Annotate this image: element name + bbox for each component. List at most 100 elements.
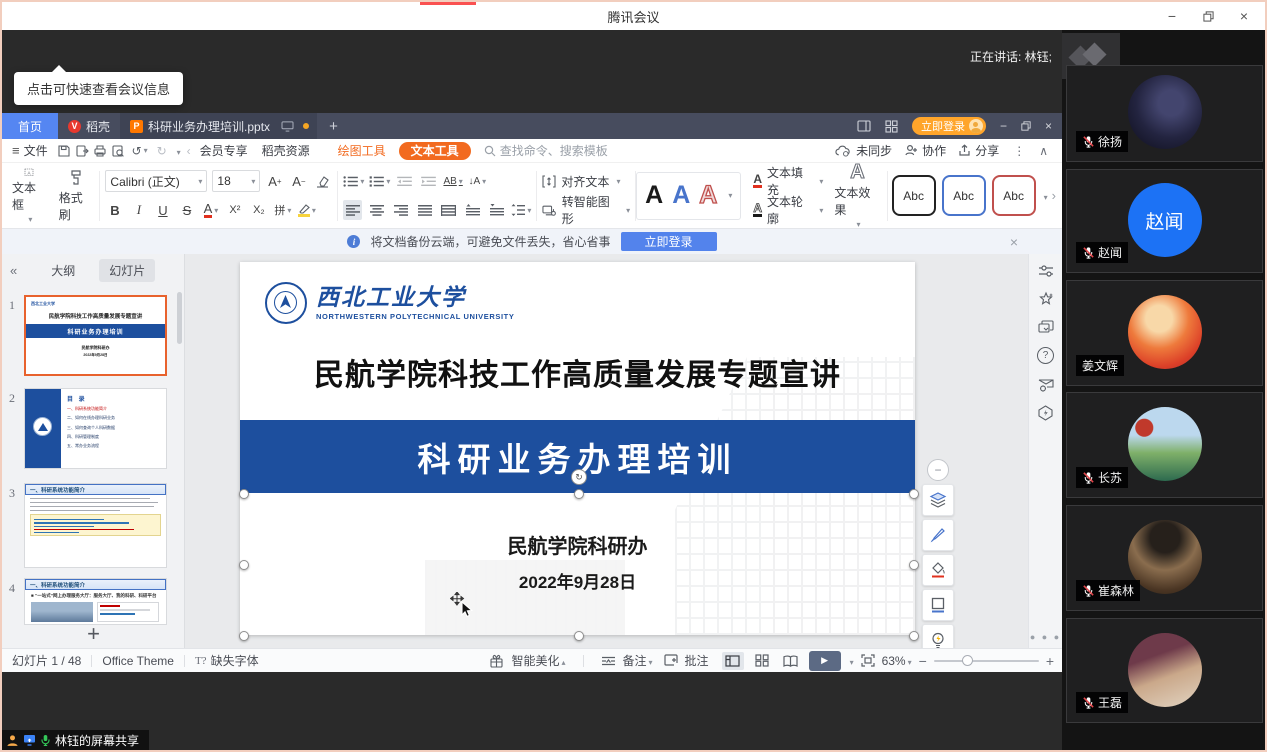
more-menu-icon[interactable]: ⋮ [1013, 144, 1025, 158]
collapse-panel-icon[interactable]: « [2, 263, 27, 278]
slide-thumbnail-4[interactable]: 一、科研系统功能简介 ■ “一站式”网上办理服务大厅：服务大厅、我的科研、科研平… [24, 578, 167, 625]
export-icon[interactable] [73, 142, 91, 160]
selection-handle-w[interactable] [239, 560, 249, 570]
slideshow-play-button[interactable]: ▶ [809, 651, 841, 671]
play-options-icon[interactable] [848, 654, 854, 668]
collaborate-label[interactable]: 协作 [922, 142, 946, 159]
shape-style-red[interactable]: Abc [992, 175, 1036, 216]
palette-collapse-button[interactable]: − [927, 459, 949, 481]
menu-vip[interactable]: 会员专享 [193, 139, 255, 162]
decrease-paragraph-space-button[interactable] [487, 200, 506, 220]
selection-handle-sw[interactable] [239, 631, 249, 641]
tab-grid-icon[interactable] [885, 120, 898, 133]
split-view-icon[interactable] [857, 120, 871, 132]
shape-fill-tool-button[interactable] [922, 554, 954, 586]
participant-tile[interactable]: 王磊 [1066, 618, 1263, 723]
selection-handle-se[interactable] [909, 631, 919, 641]
align-text-button[interactable]: 对齐文本 [542, 169, 630, 194]
slide-thumbnail-3[interactable]: 一、科研系统功能简介 [24, 483, 167, 568]
notes-label[interactable]: 备注 [623, 652, 653, 669]
tab-outline[interactable]: 大纲 [41, 259, 85, 282]
menu-docer-resources[interactable]: 稻壳资源 [255, 139, 317, 162]
text-fill-button[interactable]: A 文本填充 [753, 169, 823, 194]
increase-paragraph-space-button[interactable] [463, 200, 482, 220]
participant-tile[interactable]: 崔森林 [1066, 505, 1263, 611]
object-properties-icon[interactable] [1038, 264, 1054, 278]
text-direction-button[interactable]: AB [443, 171, 462, 191]
print-preview-icon[interactable] [109, 142, 127, 160]
participant-tile[interactable]: 长苏 [1066, 392, 1263, 498]
slide-editor[interactable]: 西北工业大学 NORTHWESTERN POLYTECHNICAL UNIVER… [240, 262, 915, 635]
clear-format-icon[interactable] [313, 171, 332, 191]
wps-login-button[interactable]: 立即登录 [912, 117, 986, 135]
bold-button[interactable]: B [105, 200, 124, 220]
selection-handle-n[interactable] [574, 489, 584, 499]
insert-textbox-button[interactable]: A 文本框 [6, 168, 53, 224]
redo-icon[interactable]: ↻ [153, 142, 171, 160]
selection-handle-ne[interactable] [909, 489, 919, 499]
help-icon[interactable]: ? [1037, 347, 1054, 364]
collapse-left-icon[interactable]: ‹ [187, 144, 191, 158]
wordart-style-blue[interactable]: A [672, 181, 690, 210]
slide-date-textbox[interactable]: 2022年9月28日 [240, 568, 915, 593]
panel-scrollbar[interactable] [177, 292, 182, 344]
skill-settings-icon[interactable] [1038, 377, 1054, 392]
tab-document[interactable]: P 科研业务办理培训.pptx [120, 113, 317, 139]
subscript-button[interactable]: X₂ [249, 200, 268, 220]
slide-thumbnail-2[interactable]: 目 录 一、科研系统功能简介 二、如何在线办理科研业务 三、如何查询个人科研数据… [24, 388, 167, 469]
decrease-font-button[interactable]: A− [289, 171, 308, 191]
zoom-level[interactable]: 63% [882, 654, 912, 668]
zoom-slider[interactable] [934, 660, 1039, 662]
wps-minimize-button[interactable]: − [1000, 119, 1007, 133]
tab-docer[interactable]: V 稻壳 [58, 113, 120, 139]
participant-tile[interactable]: 徐扬 [1066, 65, 1263, 162]
normal-view-button[interactable] [722, 652, 744, 670]
share-label[interactable]: 分享 [975, 142, 999, 159]
selection-handle-s[interactable] [574, 631, 584, 641]
tab-home[interactable]: 首页 [2, 113, 58, 139]
save-icon[interactable] [55, 142, 73, 160]
slide-thumbnail-1[interactable]: 西北工业大学 民航学院科技工作高质量发展专题宣讲 科研业务办理培训 民航学院科研… [24, 295, 167, 376]
wordart-gallery[interactable]: A A A [636, 172, 741, 220]
selection-handle-nw[interactable] [239, 489, 249, 499]
university-logo[interactable]: 西北工业大学 NORTHWESTERN POLYTECHNICAL UNIVER… [265, 282, 514, 324]
sync-status-label[interactable]: 未同步 [856, 142, 892, 159]
font-color-button[interactable]: A [201, 200, 220, 220]
menu-draw-tools[interactable]: 绘图工具 [331, 139, 393, 162]
shape-style-blue[interactable]: Abc [942, 175, 986, 216]
reading-view-button[interactable] [780, 652, 802, 670]
italic-button[interactable]: I [129, 200, 148, 220]
command-search[interactable]: 查找命令、搜索模板 [477, 139, 615, 162]
print-icon[interactable] [91, 142, 109, 160]
file-menu[interactable]: ≡ 文件 [2, 139, 55, 162]
vertical-text-button[interactable]: ↓A [468, 171, 487, 191]
bullet-list-button[interactable] [343, 171, 364, 191]
underline-button[interactable]: U [153, 200, 172, 220]
phonetic-guide-button[interactable]: 拼 [273, 200, 292, 220]
menu-text-tools[interactable]: 文本工具 [399, 142, 471, 160]
wps-close-button[interactable]: × [1045, 119, 1052, 133]
animation-pane-icon[interactable] [1038, 291, 1054, 307]
quickbar-dropdown-icon[interactable] [175, 144, 181, 158]
distribute-button[interactable] [439, 200, 458, 220]
layers-tool-button[interactable] [922, 484, 954, 516]
ribbon-scroll-right-icon[interactable]: › [1052, 188, 1058, 203]
strikethrough-button[interactable]: S [177, 200, 196, 220]
shape-style-more-icon[interactable] [1042, 187, 1048, 205]
notification-login-button[interactable]: 立即登录 [621, 232, 717, 251]
align-right-button[interactable] [391, 200, 410, 220]
increase-font-button[interactable]: A+ [265, 171, 284, 191]
meeting-minimize-button[interactable]: − [1165, 9, 1179, 23]
font-size-combo[interactable]: 18 [212, 170, 260, 192]
format-painter-button[interactable]: 格式刷 [53, 168, 100, 224]
zoom-out-button[interactable]: − [919, 653, 927, 669]
add-slide-button[interactable]: + [2, 621, 185, 647]
collapse-ribbon-icon[interactable]: ∧ [1039, 144, 1048, 158]
wps-restore-button[interactable] [1021, 121, 1031, 131]
brush-tool-button[interactable] [922, 519, 954, 551]
text-outline-button[interactable]: A 文本轮廓 [753, 198, 823, 223]
align-left-button[interactable] [343, 200, 362, 220]
slide-dept-textbox[interactable]: 民航学院科研办 [240, 530, 915, 559]
meeting-close-button[interactable]: × [1237, 9, 1251, 23]
participant-tile[interactable]: 赵闻 赵闻 [1066, 169, 1263, 273]
